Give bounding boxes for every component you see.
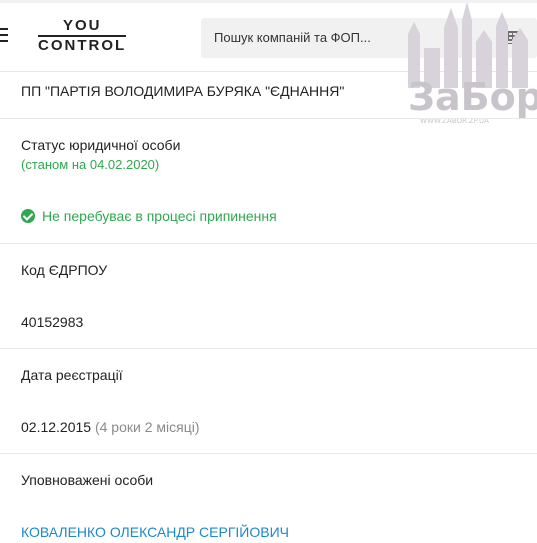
authorized-section: Уповноважені особи КОВАЛЕНКО ОЛЕКСАНДР С… xyxy=(0,454,537,543)
status-label: Статус юридичної особи xyxy=(21,137,181,153)
menu-icon[interactable] xyxy=(0,28,8,44)
status-section: Статус юридичної особи (станом на 04.02.… xyxy=(0,119,537,244)
search-input[interactable]: Пошук компаній та ФОП... xyxy=(201,18,537,58)
registration-date: 02.12.2015 xyxy=(21,419,92,435)
edrpou-label: Код ЄДРПОУ xyxy=(21,262,108,278)
authorized-label: Уповноважені особи xyxy=(21,472,154,488)
keyboard-icon[interactable] xyxy=(503,31,523,44)
registration-date-row: 02.12.2015 (4 роки 2 місяці) xyxy=(21,419,200,435)
registration-section: Дата реєстрації 02.12.2015 (4 роки 2 міс… xyxy=(0,349,537,454)
status-date: (станом на 04.02.2020) xyxy=(21,157,160,172)
registration-label: Дата реєстрації xyxy=(21,367,123,383)
edrpou-value: 40152983 xyxy=(21,314,84,330)
logo-text-bottom: CONTROL xyxy=(38,37,127,54)
edrpou-section: Код ЄДРПОУ 40152983 xyxy=(0,244,537,349)
registration-age: (4 роки 2 місяці) xyxy=(94,419,200,435)
company-section: ПП "ПАРТІЯ ВОЛОДИМИРА БУРЯКА "ЄДНАННЯ" xyxy=(0,72,537,119)
top-bar: YOU CONTROL Пошук компаній та ФОП... xyxy=(0,0,537,72)
authorized-person-link[interactable]: КОВАЛЕНКО ОЛЕКСАНДР СЕРГІЙОВИЧ xyxy=(21,524,289,540)
logo-text-top: YOU xyxy=(63,17,102,34)
company-name: ПП "ПАРТІЯ ВОЛОДИМИРА БУРЯКА "ЄДНАННЯ" xyxy=(21,83,345,99)
top-divider xyxy=(0,0,537,3)
check-circle-icon xyxy=(21,209,35,223)
status-value: Не перебуває в процесі припинення xyxy=(42,208,277,224)
youcontrol-logo[interactable]: YOU CONTROL xyxy=(38,18,128,54)
search-placeholder: Пошук компаній та ФОП... xyxy=(214,30,371,45)
